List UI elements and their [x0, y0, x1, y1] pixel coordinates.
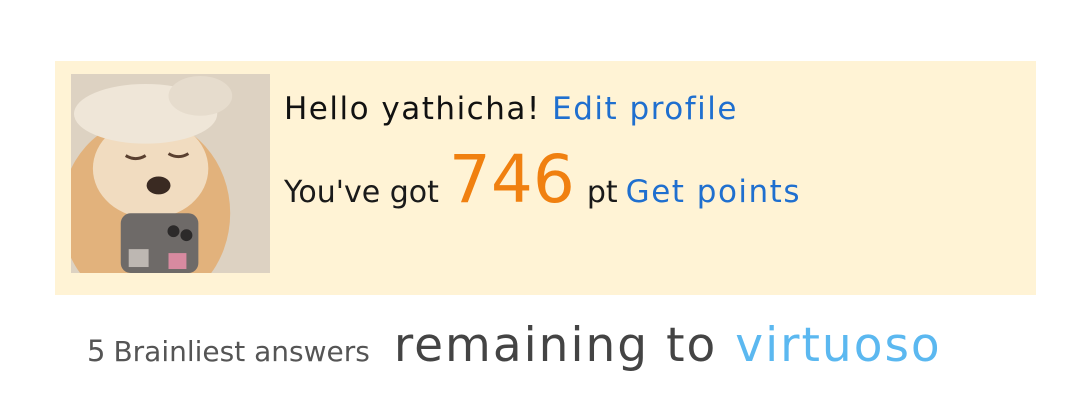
get-points-link[interactable]: Get points: [626, 174, 801, 210]
rank-progress: 5 Brainliest answers remaining to virtuo…: [87, 318, 942, 378]
greeting-line: Hello yathicha! Edit profile: [284, 91, 738, 127]
next-rank-name: virtuoso: [735, 318, 942, 373]
points-prefix: You've got: [284, 175, 439, 210]
points-value: 746: [448, 141, 575, 218]
greeting-text: Hello yathicha!: [284, 91, 541, 127]
brainliest-count: 5: [87, 334, 106, 368]
edit-profile-link[interactable]: Edit profile: [552, 91, 738, 127]
profile-card: Hello yathicha! Edit profile You've got …: [55, 61, 1036, 295]
avatar-image: [71, 74, 270, 273]
points-unit: pt: [586, 175, 618, 210]
brainliest-label: Brainliest answers: [113, 335, 370, 368]
points-line: You've got 746 pt Get points: [284, 145, 801, 215]
avatar[interactable]: [71, 74, 270, 273]
remaining-to-text: remaining to: [393, 318, 718, 373]
